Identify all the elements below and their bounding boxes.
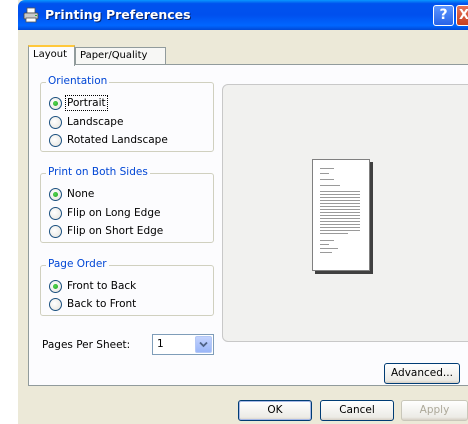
none-label: None	[67, 188, 95, 200]
orientation-rotated-landscape-option[interactable]: Rotated Landscape	[49, 132, 168, 148]
front-to-back-label: Front to Back	[67, 280, 137, 292]
print-both-sides-group: Print on Both Sides None Flip on Long Ed…	[40, 166, 214, 243]
close-button[interactable]: X	[456, 5, 468, 26]
flip-long-edge-option[interactable]: Flip on Long Edge	[49, 205, 160, 221]
orientation-portrait-option[interactable]: Portrait	[49, 95, 108, 111]
radio-rotated-landscape[interactable]	[49, 133, 62, 147]
portrait-label: Portrait	[65, 95, 108, 111]
ok-button[interactable]: OK	[238, 400, 312, 421]
back-to-front-label: Back to Front	[67, 298, 137, 310]
window-title: Printing Preferences	[45, 7, 191, 22]
pages-per-sheet-value: 1	[157, 338, 164, 350]
landscape-label: Landscape	[67, 116, 124, 128]
pages-per-sheet-select[interactable]: 1	[152, 334, 214, 355]
flip-long-edge-label: Flip on Long Edge	[67, 207, 161, 219]
help-button[interactable]: ?	[433, 5, 454, 26]
radio-portrait[interactable]	[49, 96, 62, 110]
radio-front-to-back[interactable]	[49, 279, 62, 293]
page-order-group: Page Order Front to Back Back to Front	[40, 258, 214, 316]
page-order-legend: Page Order	[46, 258, 109, 270]
radio-flip-short-edge[interactable]	[49, 224, 62, 238]
chevron-down-icon[interactable]	[195, 336, 212, 353]
cancel-button[interactable]: Cancel	[320, 400, 394, 421]
orientation-group: Orientation Portrait Landscape Rotated L…	[40, 75, 214, 152]
radio-none[interactable]	[49, 187, 62, 201]
tab-layout[interactable]: Layout	[28, 45, 75, 66]
rotated-landscape-label: Rotated Landscape	[67, 134, 168, 146]
layout-preview	[222, 84, 468, 342]
tab-paper-quality[interactable]: Paper/Quality	[75, 47, 166, 65]
both-sides-none-option[interactable]: None	[49, 186, 94, 202]
flip-short-edge-label: Flip on Short Edge	[67, 225, 164, 237]
radio-flip-long-edge[interactable]	[49, 206, 62, 220]
orientation-landscape-option[interactable]: Landscape	[49, 114, 123, 130]
orientation-legend: Orientation	[46, 75, 110, 87]
printing-preferences-dialog: Printing Preferences ? X Layout Paper/Qu…	[18, 0, 468, 424]
front-to-back-option[interactable]: Front to Back	[49, 278, 136, 294]
print-both-sides-legend: Print on Both Sides	[46, 166, 150, 178]
advanced-button[interactable]: Advanced...	[384, 363, 460, 384]
title-bar[interactable]: Printing Preferences ? X	[18, 0, 468, 30]
flip-short-edge-option[interactable]: Flip on Short Edge	[49, 223, 163, 239]
printer-icon	[23, 7, 39, 23]
pages-per-sheet-label: Pages Per Sheet:	[42, 339, 131, 351]
apply-button[interactable]: Apply	[401, 400, 468, 421]
page-preview-image	[312, 159, 370, 271]
radio-landscape[interactable]	[49, 115, 62, 129]
radio-back-to-front[interactable]	[49, 297, 62, 311]
back-to-front-option[interactable]: Back to Front	[49, 296, 136, 312]
